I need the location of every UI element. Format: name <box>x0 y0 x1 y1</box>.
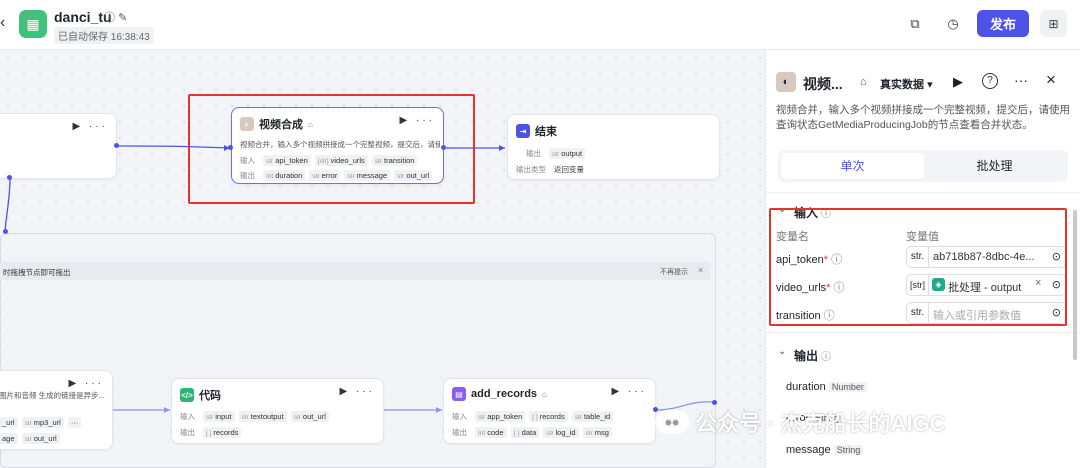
node-left-bottom[interactable]: ▶ ··· 图片和音频 生成的链接是异步... _url str mp3_url ··… <box>0 370 113 450</box>
highlight-box <box>769 208 1067 326</box>
node-run-more-icons[interactable]: ▶ ··· <box>612 386 647 397</box>
more-icon[interactable]: ··· <box>1014 72 1028 88</box>
close-icon[interactable]: × <box>698 265 703 275</box>
drag-hint-bar: 时拖拽节点即可拖出 不再提示 × <box>0 262 710 280</box>
edge-arrow <box>499 145 505 151</box>
tag: _url <box>0 417 18 428</box>
node-run-more-icons[interactable]: ▶ ··· <box>73 121 108 132</box>
input-label: 输入 <box>452 412 467 421</box>
output-item: duration Number <box>786 381 867 393</box>
tag: str input <box>203 411 235 422</box>
node-title: 代码 <box>199 390 221 402</box>
node-left-partial[interactable]: ▶ ··· <box>0 113 117 179</box>
tag: str output <box>549 148 586 159</box>
table-icon: ▤ <box>452 387 466 401</box>
template-icon[interactable]: ⊞ <box>1040 10 1067 37</box>
tag: age <box>0 433 18 444</box>
collapse-chevron-icon[interactable]: ⌄ <box>778 346 786 357</box>
panel-description: 视频合并，输入多个视频拼接成一个完整视频，提交后，请使用查询状态GetMedia… <box>776 104 1070 131</box>
output-port[interactable] <box>114 143 119 148</box>
avatar-icon: ◐ <box>776 72 796 92</box>
type-badge: String <box>833 445 864 455</box>
panel-scrollbar[interactable] <box>1073 210 1077 360</box>
node-title: add_records <box>471 388 538 400</box>
caret-down-icon: ▾ <box>927 79 933 91</box>
publish-button[interactable]: 发布 <box>977 10 1029 37</box>
help-icon[interactable]: ? <box>982 73 998 89</box>
info-icon[interactable]: ⓘ <box>821 348 831 363</box>
drag-hint-text: 时拖拽节点即可拖出 <box>3 268 71 277</box>
close-icon[interactable]: × <box>1046 70 1056 90</box>
output-type-value: 返回变量 <box>554 165 584 174</box>
tag: str mp3_url <box>21 417 64 428</box>
output-type-label: 输出类型 <box>516 165 546 174</box>
code-icon: </> <box>180 388 194 402</box>
tag: { } data <box>510 427 540 438</box>
tag: str textoutput <box>238 411 287 422</box>
tag: str msg <box>582 427 612 438</box>
input-port[interactable] <box>3 229 8 234</box>
output-label: 输出 <box>180 428 195 437</box>
output-label: 输出 <box>526 149 541 158</box>
node-run-more-icons[interactable]: ▶ ··· <box>340 386 375 397</box>
store-icon: ⌂ <box>860 76 867 88</box>
tag: str out_url <box>290 411 329 422</box>
divider <box>766 192 1080 193</box>
tag: Int code <box>475 427 507 438</box>
node-title: 结束 <box>535 126 557 138</box>
run-icon[interactable]: ▶ <box>953 74 963 90</box>
dismiss-hint-link[interactable]: 不再提示 <box>660 267 688 277</box>
tag: str table_id <box>571 411 614 422</box>
wechat-logo-icon: ●● <box>655 410 689 434</box>
tag: str out_url <box>21 433 60 444</box>
node-code[interactable]: </> 代码 ▶ ··· 输入 str input str textoutput st… <box>171 378 384 444</box>
more-tag: ··· <box>67 417 82 428</box>
output-item: message String <box>786 444 864 456</box>
history-icon[interactable]: ◷ <box>942 13 964 35</box>
input-label: 输入 <box>180 412 195 421</box>
panel-title: 视频... <box>803 76 843 92</box>
edge-left-down <box>4 177 11 233</box>
divider <box>766 332 1080 333</box>
watermark: ●● 公众号 · 杰克船长的AIGC <box>655 406 946 438</box>
tag: [ ] records <box>529 411 568 422</box>
tag: str app_token <box>475 411 526 422</box>
tab-batch[interactable]: 批处理 <box>924 153 1065 179</box>
type-badge: Number <box>828 382 867 392</box>
tag: str log_id <box>543 427 579 438</box>
node-end[interactable]: ⇥ 结束 输出 str output 输出类型 返回变量 <box>507 114 720 180</box>
tab-single[interactable]: 单次 <box>781 153 924 179</box>
output-port[interactable] <box>7 175 12 180</box>
node-add-records[interactable]: ▤ add_records ⌂ ▶ ··· 输入 str app_token [ ] r… <box>443 378 656 444</box>
node-desc: 图片和音频 生成的链接是异步... <box>0 391 105 400</box>
data-mode-select[interactable]: 真实数据 ▾ <box>880 76 933 92</box>
node-run-more-icons[interactable]: ▶ ··· <box>69 378 104 389</box>
end-icon: ⇥ <box>516 124 530 138</box>
input-port[interactable] <box>712 400 717 405</box>
output-section-title: 输出 <box>794 349 819 363</box>
tag: [ ] records <box>203 427 242 438</box>
store-icon: ⌂ <box>542 389 547 399</box>
highlight-box <box>188 94 475 204</box>
run-mode-tabs: 单次 批处理 <box>778 150 1068 182</box>
copy-icon[interactable]: ⧉ <box>904 13 926 35</box>
output-label: 输出 <box>452 428 467 437</box>
